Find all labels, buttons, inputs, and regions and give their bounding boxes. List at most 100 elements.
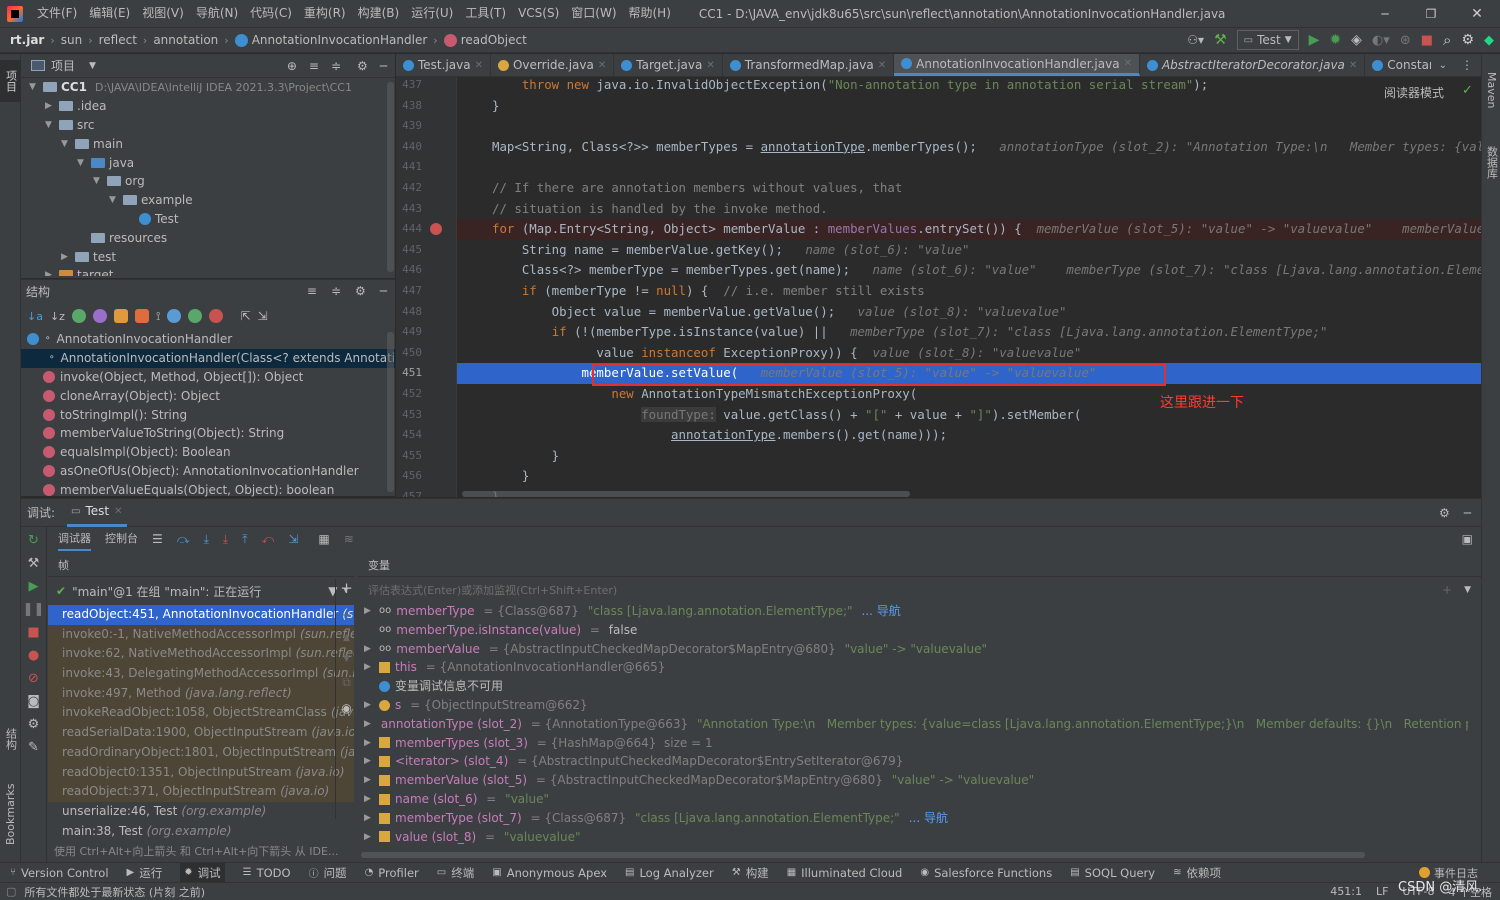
caret-position[interactable]: 451:1: [1330, 885, 1362, 898]
restore-button[interactable]: ❐: [1408, 0, 1454, 27]
expand-arrow-icon[interactable]: ▶: [364, 640, 374, 659]
project-tree-item[interactable]: ▼ java: [21, 153, 395, 172]
move-up-icon[interactable]: ▲: [343, 633, 350, 643]
close-icon[interactable]: ✕: [114, 506, 122, 517]
breadcrumb-item[interactable]: rt.jar: [10, 33, 44, 47]
editor-tab[interactable]: AnnotationInvocationHandler.java ✕: [894, 54, 1140, 76]
editor-hscrollbar[interactable]: [462, 491, 910, 497]
structure-item[interactable]: invoke(Object, Method, Object[]): Object: [21, 368, 395, 387]
user-icon[interactable]: ⚇▾: [1187, 33, 1204, 47]
close-window-button[interactable]: ✕: [1454, 0, 1500, 27]
expand-arrow-icon[interactable]: ▶: [364, 752, 374, 771]
reader-mode-button[interactable]: 阅读器模式: [1384, 84, 1444, 101]
more-options-icon[interactable]: ⋮: [1461, 58, 1473, 72]
menu-item[interactable]: 窗口(W): [565, 0, 622, 27]
tab-debugger[interactable]: 调试器: [58, 527, 91, 551]
settings-gear-icon[interactable]: ⚙: [1461, 32, 1474, 48]
close-icon[interactable]: ✕: [1349, 60, 1357, 71]
tool-window-button[interactable]: ⚒ 构建: [732, 865, 769, 881]
variable-row[interactable]: ▶ memberTypes (slot_3) = {HashMap@664} si…: [358, 734, 1468, 753]
hide-panel-icon[interactable]: ─: [380, 59, 387, 73]
expand-arrow-icon[interactable]: ▶: [364, 809, 374, 828]
add-watch-icon[interactable]: +: [1442, 583, 1452, 597]
move-down-icon[interactable]: ▼: [343, 654, 350, 664]
autoscroll-from-source-icon[interactable]: ⇲: [258, 309, 268, 323]
project-tree-item[interactable]: ▼ example: [21, 191, 395, 210]
pin-icon[interactable]: ✎: [28, 740, 39, 755]
coverage-icon[interactable]: ◈: [1351, 32, 1362, 48]
menu-item[interactable]: 运行(U): [405, 0, 459, 27]
camera-icon[interactable]: ◙: [27, 694, 40, 709]
view-breakpoints-icon[interactable]: ●: [28, 648, 39, 663]
menu-item[interactable]: 视图(V): [136, 0, 190, 27]
chevron-down-icon[interactable]: ▼: [89, 61, 96, 71]
expand-arrow-icon[interactable]: ▶: [364, 658, 374, 677]
stack-frame[interactable]: readObject0:1351, ObjectInputStream (java…: [48, 762, 354, 783]
variable-row[interactable]: ▶ value (slot_8) = "valuevalue": [358, 828, 1468, 847]
sort-alpha-icon[interactable]: ↓z: [50, 310, 65, 323]
stack-frame[interactable]: unserialize:46, Test (org.example): [48, 802, 354, 822]
project-scrollbar[interactable]: [387, 82, 394, 272]
expand-arrow-icon[interactable]: ▶: [364, 602, 374, 621]
show-properties-icon[interactable]: [92, 309, 107, 323]
tool-window-button[interactable]: ⓘ 问题: [309, 865, 347, 881]
stack-frame[interactable]: readObject:451, AnnotationInvocationHand…: [48, 605, 354, 625]
project-tree-item[interactable]: ▼ CC1 D:\JAVA\IDEA\IntelliJ IDEA 2021.3.3\…: [21, 78, 395, 97]
project-tree-item[interactable]: Test: [21, 210, 395, 229]
search-everywhere-icon[interactable]: ⌕: [1443, 31, 1451, 49]
breakpoint-icon[interactable]: [430, 223, 442, 236]
stop-icon[interactable]: ■: [27, 625, 39, 640]
expand-arrow-icon[interactable]: ▶: [364, 715, 371, 734]
stop-icon[interactable]: ■: [1421, 33, 1433, 48]
breadcrumb-item[interactable]: annotation: [153, 33, 218, 47]
show-non-public-icon[interactable]: [134, 309, 149, 323]
structure-item[interactable]: memberValueEquals(Object, Object): boole…: [21, 480, 395, 497]
expand-all-icon[interactable]: ≡: [309, 59, 319, 73]
editor-tab[interactable]: Test.java ✕: [396, 54, 491, 76]
tree-arrow-icon[interactable]: ▼: [61, 139, 71, 149]
menu-item[interactable]: 重构(R): [298, 0, 352, 27]
stack-frame[interactable]: main:38, Test (org.example): [48, 822, 354, 841]
wrench-icon[interactable]: ⚒: [28, 556, 40, 571]
editor-tab[interactable]: TransformedMap.java ✕: [723, 54, 895, 76]
structure-item[interactable]: asOneOfUs(Object): AnnotationInvocationH…: [21, 462, 395, 481]
expand-arrow-icon[interactable]: ▶: [364, 696, 374, 715]
menu-item[interactable]: 文件(F): [31, 0, 83, 27]
resume-icon[interactable]: ▶: [29, 579, 39, 594]
tool-window-button[interactable]: ◔ Profiler: [365, 866, 419, 880]
locate-file-icon[interactable]: ⊕: [287, 59, 297, 73]
breadcrumb-item[interactable]: sun: [61, 33, 82, 47]
stack-frame[interactable]: invokeReadObject:1058, ObjectStreamClass…: [48, 703, 354, 724]
menu-item[interactable]: VCS(S): [512, 0, 565, 27]
tree-arrow-icon[interactable]: ▶: [61, 252, 71, 262]
variable-row[interactable]: ▶ annotationType (slot_2) = {AnnotationTy…: [358, 715, 1468, 734]
stack-frame[interactable]: readOrdinaryObject:1801, ObjectInputStre…: [48, 742, 354, 763]
tool-window-button[interactable]: ◉ Salesforce Functions: [920, 866, 1052, 880]
add-watch-icon[interactable]: +: [340, 579, 353, 597]
tree-arrow-icon[interactable]: ▼: [45, 120, 55, 130]
structure-item[interactable]: memberValueToString(Object): String: [21, 424, 395, 443]
expand-arrow-icon[interactable]: ▶: [364, 734, 374, 753]
variable-row[interactable]: ▶ memberType (slot_7) = {Class@687} "clas…: [358, 809, 1468, 828]
show-execution-point-icon[interactable]: ☰: [152, 532, 163, 546]
tree-arrow-icon[interactable]: ▼: [93, 176, 103, 186]
structure-item[interactable]: ⚬ AnnotationInvocationHandler(Class<? ext…: [21, 348, 395, 368]
trace-icon[interactable]: ≋: [344, 532, 354, 546]
tool-window-button[interactable]: ✹ 调试: [180, 862, 225, 883]
tree-arrow-icon[interactable]: ▶: [45, 101, 55, 111]
menu-item[interactable]: 导航(N): [190, 0, 244, 27]
run-icon[interactable]: ▶: [1309, 32, 1320, 48]
variable-row[interactable]: ▶ oo memberType = {Class@687} "class [Ljav…: [358, 602, 1468, 621]
structure-item[interactable]: equalsImpl(Object): Boolean: [21, 443, 395, 462]
tool-window-button[interactable]: ▦ Illuminated Cloud: [787, 866, 903, 880]
panel-settings-icon[interactable]: ⚙: [1439, 506, 1450, 520]
close-icon[interactable]: ✕: [475, 60, 483, 71]
build-hammer-icon[interactable]: ⚒: [1214, 32, 1227, 48]
duplicate-icon[interactable]: ⧉: [342, 675, 351, 690]
close-icon[interactable]: ✕: [1124, 58, 1132, 69]
tree-arrow-icon[interactable]: ▼: [109, 195, 119, 205]
stack-frame[interactable]: readSerialData:1900, ObjectInputStream (j…: [48, 723, 354, 743]
debug-session-tab[interactable]: ▭ Test ✕: [67, 499, 127, 527]
variable-row[interactable]: ▶ name (slot_6) = "value": [358, 790, 1468, 809]
side-tab-project[interactable]: 项目: [0, 60, 21, 102]
